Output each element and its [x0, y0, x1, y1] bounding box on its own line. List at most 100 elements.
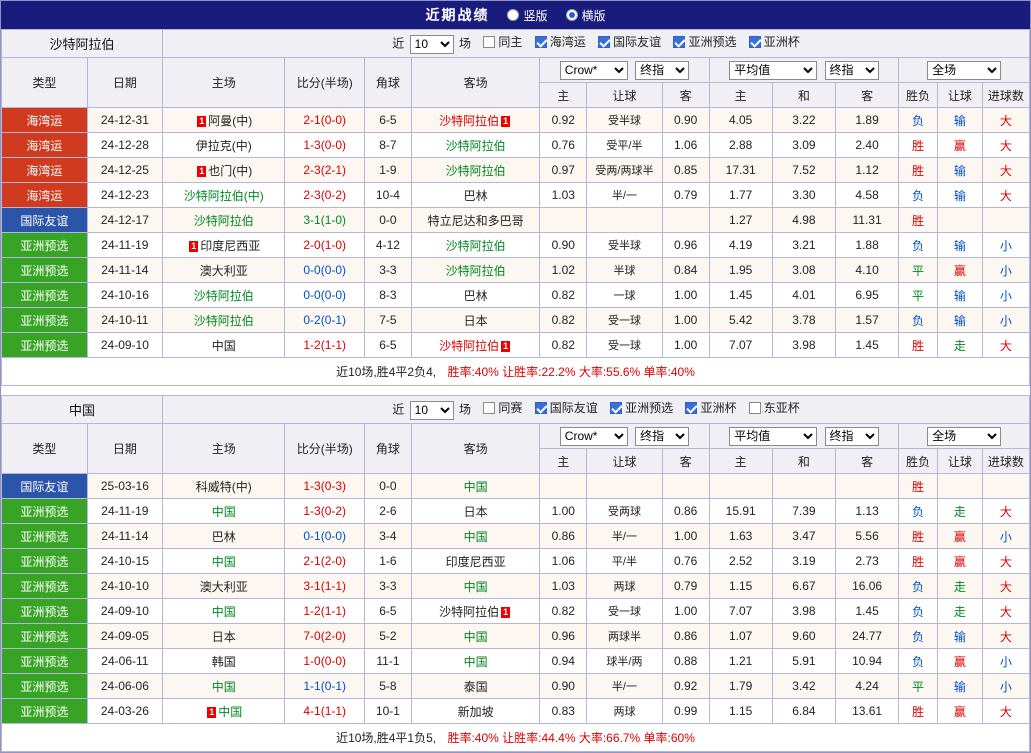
home-team[interactable]: 科威特(中) — [163, 474, 285, 499]
team-name: 新加坡 — [458, 705, 494, 719]
avg-away: 5.56 — [835, 524, 898, 549]
match-date: 24-06-11 — [87, 649, 162, 674]
home-team[interactable]: 沙特阿拉伯 — [163, 283, 285, 308]
home-team[interactable]: 伊拉克(中) — [163, 133, 285, 158]
filter-checkbox-asian-qualifier[interactable]: 亚洲预选 — [610, 399, 673, 416]
away-team[interactable]: 中国 — [411, 649, 539, 674]
match-date: 24-10-11 — [87, 308, 162, 333]
result-handicap: 输 — [937, 233, 982, 258]
away-team[interactable]: 沙特阿拉伯 — [411, 158, 539, 183]
away-team[interactable]: 中国 — [411, 524, 539, 549]
checkbox-label: 同主 — [498, 33, 522, 50]
home-team[interactable]: 沙特阿拉伯 — [163, 308, 285, 333]
team-name: 日本 — [464, 314, 488, 328]
filter-checkbox-asian-cup[interactable]: 亚洲杯 — [749, 33, 800, 50]
final-odds-select[interactable]: 终指 — [635, 427, 689, 446]
recent-count-select[interactable]: 10 — [410, 401, 454, 420]
col-away: 客场 — [411, 58, 539, 108]
filter-checkbox-gulf-cup[interactable]: 海湾运 — [535, 33, 586, 50]
away-team[interactable]: 日本 — [411, 308, 539, 333]
away-team[interactable]: 特立尼达和多巴哥 — [411, 208, 539, 233]
result-goals: 大 — [982, 574, 1029, 599]
home-team[interactable]: 澳大利亚 — [163, 258, 285, 283]
away-team[interactable]: 沙特阿拉伯1 — [411, 333, 539, 358]
filter-checkbox-asian-cup[interactable]: 亚洲杯 — [685, 399, 736, 416]
away-team[interactable]: 沙特阿拉伯 — [411, 133, 539, 158]
filter-checkbox-intl-friendly[interactable]: 国际友谊 — [535, 399, 598, 416]
filter-checkbox-same-home[interactable]: 同主 — [483, 33, 522, 50]
away-team[interactable]: 沙特阿拉伯1 — [411, 599, 539, 624]
recent-count-select[interactable]: 10 — [410, 35, 454, 54]
away-team[interactable]: 巴林 — [411, 183, 539, 208]
team-name: 中国 — [464, 655, 488, 669]
filter-checkbox-intl-friendly[interactable]: 国际友谊 — [598, 33, 661, 50]
filter-checkbox-asian-qualifier[interactable]: 亚洲预选 — [673, 33, 736, 50]
away-team[interactable]: 泰国 — [411, 674, 539, 699]
layout-radio-horizontal[interactable]: 横版 — [566, 7, 606, 24]
away-team[interactable]: 印度尼西亚 — [411, 549, 539, 574]
home-team[interactable]: 沙特阿拉伯 — [163, 208, 285, 233]
home-team[interactable]: 中国 — [163, 599, 285, 624]
result-goals: 小 — [982, 649, 1029, 674]
red-card-badge: 1 — [501, 116, 510, 127]
odds-home: 0.82 — [540, 599, 587, 624]
table-row: 亚洲预选 24-09-10 中国 1-2(1-1) 6-5 沙特阿拉伯1 0.8… — [2, 333, 1030, 358]
team-name: 韩国 — [212, 655, 236, 669]
away-team[interactable]: 新加坡 — [411, 699, 539, 724]
home-team[interactable]: 巴林 — [163, 524, 285, 549]
bookmaker-select[interactable]: Crow* — [560, 427, 628, 446]
away-team[interactable]: 日本 — [411, 499, 539, 524]
away-team[interactable]: 中国 — [411, 624, 539, 649]
away-team[interactable]: 沙特阿拉伯 — [411, 233, 539, 258]
team-name: 澳大利亚 — [200, 580, 248, 594]
home-team[interactable]: 1也门(中) — [163, 158, 285, 183]
team-name: 中国 — [464, 580, 488, 594]
team-name: 阿曼(中) — [208, 114, 252, 128]
away-team[interactable]: 中国 — [411, 474, 539, 499]
fullmatch-select[interactable]: 全场 — [927, 427, 1001, 446]
home-team[interactable]: 日本 — [163, 624, 285, 649]
average-select[interactable]: 平均值 — [729, 61, 817, 80]
team-name: 中国 — [212, 605, 236, 619]
home-team[interactable]: 1阿曼(中) — [163, 108, 285, 133]
home-team[interactable]: 1印度尼西亚 — [163, 233, 285, 258]
home-team[interactable]: 1中国 — [163, 699, 285, 724]
home-team[interactable]: 韩国 — [163, 649, 285, 674]
table-row: 亚洲预选 24-03-26 1中国 4-1(1-1) 10-1 新加坡 0.83… — [2, 699, 1030, 724]
filters-cell: 近 10 场 同赛 国际友谊 亚洲预选 亚洲杯 东亚杯 — [163, 396, 1030, 424]
home-team[interactable]: 沙特阿拉伯(中) — [163, 183, 285, 208]
home-team[interactable]: 澳大利亚 — [163, 574, 285, 599]
home-team[interactable]: 中国 — [163, 499, 285, 524]
corners: 10-4 — [364, 183, 411, 208]
avg-final-odds-select[interactable]: 终指 — [825, 427, 879, 446]
team-name: 沙特阿拉伯 — [446, 239, 506, 253]
match-date: 24-10-16 — [87, 283, 162, 308]
filter-checkbox-same-competition[interactable]: 同赛 — [483, 399, 522, 416]
avg-final-odds-select[interactable]: 终指 — [825, 61, 879, 80]
away-team[interactable]: 巴林 — [411, 283, 539, 308]
away-team[interactable]: 沙特阿拉伯 — [411, 258, 539, 283]
red-card-badge: 1 — [501, 607, 510, 618]
avg-draw: 3.98 — [772, 333, 835, 358]
home-team[interactable]: 中国 — [163, 333, 285, 358]
team-name: 沙特阿拉伯 — [439, 339, 499, 353]
away-team[interactable]: 沙特阿拉伯1 — [411, 108, 539, 133]
bookmaker-select[interactable]: Crow* — [560, 61, 628, 80]
away-team[interactable]: 中国 — [411, 574, 539, 599]
result-goals: 大 — [982, 183, 1029, 208]
result-winloss: 胜 — [899, 208, 938, 233]
fullmatch-select[interactable]: 全场 — [927, 61, 1001, 80]
team-name: 澳大利亚 — [200, 264, 248, 278]
table-row: 亚洲预选 24-11-19 1印度尼西亚 2-0(1-0) 4-12 沙特阿拉伯… — [2, 233, 1030, 258]
avg-home: 4.19 — [709, 233, 772, 258]
home-team[interactable]: 中国 — [163, 674, 285, 699]
team-name: 巴林 — [464, 189, 488, 203]
final-odds-select[interactable]: 终指 — [635, 61, 689, 80]
average-select[interactable]: 平均值 — [729, 427, 817, 446]
layout-radio-vertical[interactable]: 竖版 — [507, 7, 547, 24]
summary-cell: 近10场,胜4平2负4, 胜率:40% 让胜率:22.2% 大率:55.6% 单… — [2, 358, 1030, 386]
filter-checkbox-east-asian-cup[interactable]: 东亚杯 — [749, 399, 800, 416]
home-team[interactable]: 中国 — [163, 549, 285, 574]
odds-group-header: Crow* 终指 — [540, 424, 709, 449]
table-row: 海湾运 24-12-25 1也门(中) 2-3(2-1) 1-9 沙特阿拉伯 0… — [2, 158, 1030, 183]
